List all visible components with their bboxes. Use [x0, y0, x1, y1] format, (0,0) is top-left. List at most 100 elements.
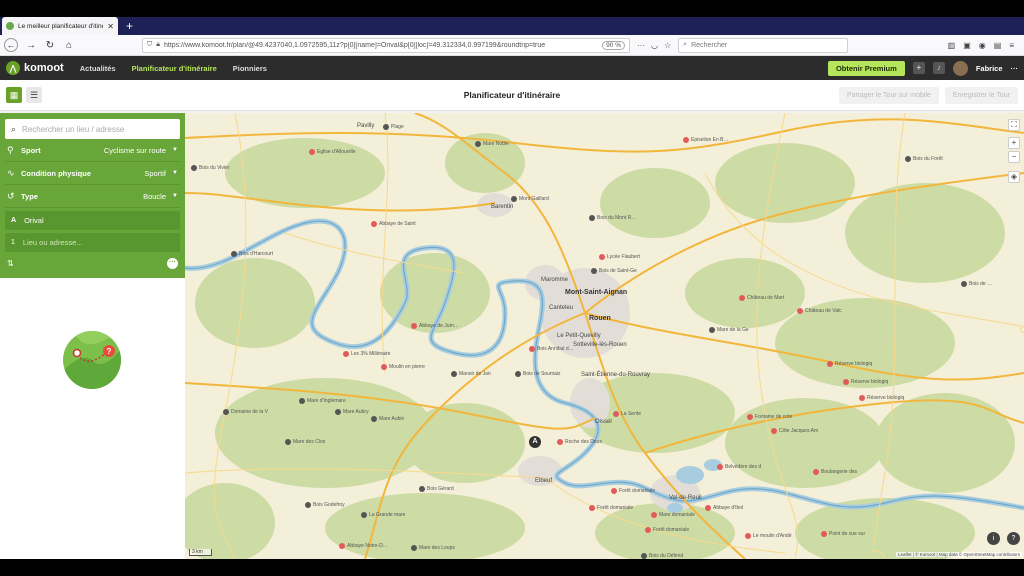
bookmark-star-icon[interactable]: ☆	[664, 41, 671, 50]
map-poi[interactable]: Les 3% Millénaire	[343, 351, 390, 357]
more-options-icon[interactable]: ···	[167, 257, 178, 269]
waypoint-next[interactable]: 1 Lieu ou adresse...	[5, 233, 180, 252]
map-poi[interactable]: Abbaye de Jum…	[411, 323, 459, 329]
map-poi[interactable]: Mont Gaillard	[511, 196, 549, 202]
help-icon[interactable]: ?	[1007, 532, 1020, 545]
map-poi[interactable]: Bois Godefroy	[305, 502, 345, 508]
nav-pioneers[interactable]: Pionniers	[233, 64, 267, 73]
layers-icon[interactable]: ◈	[1008, 171, 1020, 183]
map-poi[interactable]: Mare des Loups	[411, 545, 455, 551]
map-poi[interactable]: Bois du Forêt	[905, 156, 943, 162]
type-selector[interactable]: ↺ Type Boucle ▼	[5, 185, 180, 208]
zoom-badge[interactable]: 90 %	[602, 40, 625, 50]
more-icon[interactable]: ···	[637, 41, 645, 50]
map-poi[interactable]: Forêt domaniale	[645, 527, 689, 533]
lock-icon[interactable]: 🔒︎	[156, 41, 160, 49]
zoom-out-button[interactable]: −	[1008, 151, 1020, 163]
map-poi[interactable]: Mare d'Inglemare	[299, 398, 346, 404]
map-poi[interactable]: Forêt domaniale	[611, 488, 655, 494]
map-poi[interactable]: Eglise d'Allouville	[309, 149, 355, 155]
account-icon[interactable]: ◉	[979, 41, 986, 50]
reorder-icon[interactable]: ⇅	[7, 259, 14, 268]
user-name[interactable]: Fabrice	[976, 64, 1003, 73]
map-poi[interactable]: Côte Jacques Am	[771, 428, 818, 434]
map-poi[interactable]: Belvédère des d	[717, 464, 761, 470]
map-poi[interactable]: Bois d'Harcourt	[231, 251, 273, 257]
waypoint-start[interactable]: A Orival	[5, 211, 180, 230]
map-poi[interactable]: Réserve biologiq	[859, 395, 904, 401]
map-poi[interactable]: Plage	[383, 124, 404, 130]
shield-icon[interactable]: ⛉	[147, 41, 152, 49]
map-poi[interactable]: Forêt domaniale	[589, 505, 633, 511]
premium-button[interactable]: Obtenir Premium	[827, 60, 905, 76]
waypoint-value[interactable]: Orival	[24, 216, 44, 225]
map-attribution[interactable]: Leaflet | © Komoot | Map data © OpenStre…	[895, 552, 1022, 557]
map-poi[interactable]: Manoir de Jan	[451, 371, 491, 377]
map-poi[interactable]: Réserve biologiq	[827, 361, 872, 367]
bell-icon[interactable]: ♪	[932, 62, 945, 74]
map-canvas[interactable]: Rouen Mont-Saint-Aignan Maromme Canteleu Le …	[185, 113, 1024, 559]
map-poi[interactable]: Fontaine de cote	[747, 414, 792, 420]
map-poi[interactable]: Réserve biologiq	[843, 379, 888, 385]
map-poi[interactable]: Le moulin d'Andé	[745, 533, 791, 539]
map-poi[interactable]: Abbaye d'Ibol	[705, 505, 743, 511]
zoom-in-button[interactable]: +	[1008, 137, 1020, 149]
waypoint-a-marker[interactable]: A	[529, 436, 541, 448]
nav-actualites[interactable]: Actualités	[80, 64, 116, 73]
home-icon[interactable]: ⌂	[63, 40, 75, 51]
forward-icon[interactable]: →	[25, 40, 37, 51]
fitness-selector[interactable]: ∿ Condition physique Sportif ▼	[5, 162, 180, 185]
map-poi[interactable]: Point de vue sur	[821, 531, 865, 537]
map-poi[interactable]: Abbaye Notre-D…	[339, 543, 388, 549]
new-tab-icon[interactable]: +	[126, 17, 133, 35]
map-poi[interactable]: Mare de la Ge	[709, 327, 749, 333]
map-poi[interactable]: Bois du Vivier	[191, 165, 229, 171]
map-poi[interactable]: La Sente	[613, 411, 641, 417]
more-menu-icon[interactable]: ···	[1011, 64, 1019, 73]
list-view-icon[interactable]: ☰	[26, 87, 42, 103]
map-poi[interactable]: Mare Aubin	[371, 416, 404, 422]
url-text[interactable]: https://www.komoot.fr/plan/@49.4237040,1…	[164, 42, 598, 49]
map-poi[interactable]: Mare Noble	[475, 141, 509, 147]
map-poi[interactable]: Bois Annibal d…	[529, 346, 574, 352]
extension-icon[interactable]: ▤	[994, 41, 1002, 50]
waypoint-placeholder[interactable]: Lieu ou adresse...	[23, 238, 83, 247]
save-tour-button[interactable]: Enregistrer le Tour	[944, 86, 1018, 104]
komoot-logo[interactable]: ⋀ komoot	[6, 61, 64, 75]
back-icon[interactable]: ←	[4, 38, 18, 52]
info-icon[interactable]: i	[987, 532, 1000, 545]
map-poi[interactable]: Château de Valc	[797, 308, 842, 314]
map-poi[interactable]: Bois de Saint-Ge	[591, 268, 637, 274]
map-poi[interactable]: Bois de Soumaiz	[515, 371, 561, 377]
sidebar-icon[interactable]: ▣	[963, 41, 971, 50]
map-poi[interactable]: Château de Mart	[739, 295, 784, 301]
sport-selector[interactable]: ⚲ Sport Cyclisme sur route ▼	[5, 139, 180, 162]
map-view-icon[interactable]: ▦	[6, 87, 22, 103]
map-poi[interactable]: Episelion En B…	[683, 137, 729, 143]
library-icon[interactable]: ▥	[948, 41, 956, 50]
fullscreen-icon[interactable]: ⛶	[1008, 119, 1020, 131]
map-poi[interactable]: Bois du Défend	[641, 553, 683, 559]
map-poi[interactable]: Mare domaniale	[651, 512, 695, 518]
map-poi[interactable]: Moulin en pierre	[381, 364, 425, 370]
location-search-input[interactable]: ⌕ Rechercher un lieu / adresse	[5, 119, 180, 139]
close-tab-icon[interactable]: ✕	[107, 22, 114, 31]
avatar[interactable]	[952, 60, 968, 76]
browser-search-box[interactable]: ⌕ Rechercher	[678, 37, 849, 53]
map-poi[interactable]: Boulangerie des	[813, 469, 857, 475]
pocket-icon[interactable]: ◡	[651, 41, 658, 50]
map-poi[interactable]: Roche des Deux	[557, 439, 602, 445]
share-mobile-button[interactable]: Partager le Tour sur mobile	[839, 86, 939, 104]
nav-route-planner[interactable]: Planificateur d'itinéraire	[132, 64, 217, 73]
map-poi[interactable]: Mare Aubry	[335, 409, 369, 415]
map-poi[interactable]: Bois du Mont R…	[589, 215, 636, 221]
map-poi[interactable]: La Grande mare	[361, 512, 405, 518]
url-bar[interactable]: ⛉ 🔒︎ https://www.komoot.fr/plan/@49.4237…	[142, 37, 630, 53]
map-poi[interactable]: Mare des Clos	[285, 439, 325, 445]
map-poi[interactable]: Lycée Flaubert	[599, 254, 640, 260]
menu-icon[interactable]: ≡	[1009, 41, 1014, 50]
map-poi[interactable]: Abbaye de Saint	[371, 221, 416, 227]
map-poi[interactable]: Domaine de la V	[223, 409, 268, 415]
map-poi[interactable]: Bois de …	[961, 281, 992, 287]
browser-tab[interactable]: Le meilleur planificateur d'itiné… ✕	[2, 17, 118, 35]
